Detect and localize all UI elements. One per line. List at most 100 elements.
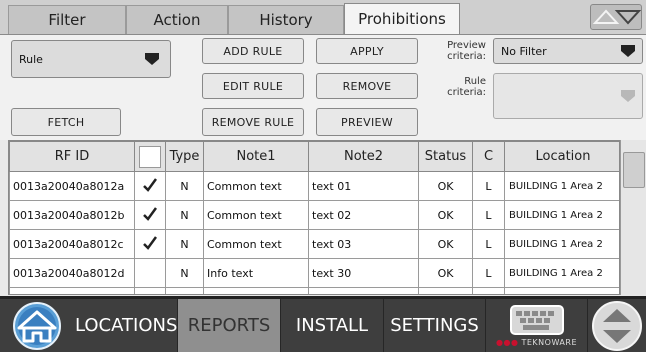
table-row[interactable]: 0013a20040a8012b N Common text text 02 OK L BU… bbox=[9, 200, 619, 230]
checkmark-icon bbox=[143, 206, 158, 221]
tab-history[interactable]: History bbox=[228, 5, 344, 34]
cell-type: N bbox=[165, 258, 204, 288]
row-checkbox[interactable] bbox=[134, 200, 166, 230]
checkmark-icon bbox=[143, 177, 158, 192]
fetch-label: FETCH bbox=[47, 115, 85, 129]
table-header: RF ID Type Note1 Note2 Status C Location bbox=[9, 141, 619, 172]
nav-install-button[interactable]: INSTALL bbox=[281, 299, 384, 352]
cell-type: N bbox=[165, 171, 204, 201]
add-rule-label: ADD RULE bbox=[223, 44, 283, 58]
rule-dropdown[interactable]: Rule bbox=[11, 40, 171, 78]
preview-criteria-value: No Filter bbox=[501, 44, 547, 58]
cell-rfid: 0013a20040a8012a bbox=[9, 171, 135, 201]
row-checkbox[interactable] bbox=[134, 171, 166, 201]
add-rule-button[interactable]: ADD RULE bbox=[202, 38, 304, 64]
cell-location: BUILDING 1 Area 2 bbox=[504, 258, 619, 288]
cell-note2: text 02 bbox=[308, 200, 419, 230]
remove-label: REMOVE bbox=[342, 79, 392, 93]
cell-note2: text 30 bbox=[308, 258, 419, 288]
cell-c: L bbox=[472, 200, 505, 230]
checkmark-icon bbox=[143, 235, 158, 250]
row-checkbox[interactable] bbox=[134, 258, 166, 288]
nav-locations-label: LOCATIONS bbox=[75, 315, 178, 336]
column-header-note1[interactable]: Note1 bbox=[203, 141, 309, 172]
cell-note1: Info text bbox=[203, 258, 309, 288]
nav-settings-button[interactable]: SETTINGS bbox=[384, 299, 486, 352]
cell-c: L bbox=[472, 229, 505, 259]
nav-install-label: INSTALL bbox=[295, 315, 369, 336]
cell-location: BUILDING 1 Area 2 bbox=[504, 171, 619, 201]
tab-filter[interactable]: Filter bbox=[8, 5, 126, 34]
cell-type bbox=[165, 287, 204, 294]
tab-action[interactable]: Action bbox=[126, 5, 228, 34]
column-header-location[interactable]: Location bbox=[504, 141, 619, 172]
tab-scroll-button[interactable] bbox=[590, 4, 642, 30]
chevron-down-icon bbox=[621, 45, 635, 57]
cell-c: L bbox=[472, 258, 505, 288]
table-row[interactable]: 0013a20040a8012d N Info text text 30 OK L BUIL… bbox=[9, 258, 619, 288]
fetch-button[interactable]: FETCH bbox=[11, 108, 121, 136]
table-row[interactable]: 0013a20040a8012c N Common text text 03 OK L BU… bbox=[9, 229, 619, 259]
row-checkbox[interactable] bbox=[134, 287, 166, 294]
up-down-icon bbox=[592, 9, 642, 25]
column-header-select[interactable] bbox=[134, 141, 166, 172]
nav-scroll-button[interactable] bbox=[588, 299, 646, 352]
cell-note1: Common text bbox=[203, 171, 309, 201]
apply-label: APPLY bbox=[350, 44, 384, 58]
tab-prohibitions[interactable]: Prohibitions bbox=[344, 3, 460, 34]
cell-note2: text 03 bbox=[308, 229, 419, 259]
cell-c bbox=[472, 287, 505, 294]
nav-settings-label: SETTINGS bbox=[390, 315, 479, 336]
remove-button[interactable]: REMOVE bbox=[316, 73, 418, 99]
cell-c: L bbox=[472, 171, 505, 201]
rule-criteria-dropdown[interactable] bbox=[493, 73, 643, 119]
column-header-c[interactable]: C bbox=[472, 141, 505, 172]
cell-rfid bbox=[9, 287, 135, 294]
rule-dropdown-value: Rule bbox=[19, 52, 43, 66]
nav-reports-button[interactable]: REPORTS bbox=[178, 299, 281, 352]
tab-label: Filter bbox=[48, 11, 86, 29]
cell-note2: text 01 bbox=[308, 171, 419, 201]
cell-location: BUILDING 1 Area 2 bbox=[504, 229, 619, 259]
keyboard-icon bbox=[509, 305, 564, 335]
remove-rule-button[interactable]: REMOVE RULE bbox=[202, 108, 304, 136]
row-checkbox[interactable] bbox=[134, 229, 166, 259]
cell-status: OK bbox=[418, 200, 473, 230]
column-header-note2[interactable]: Note2 bbox=[308, 141, 419, 172]
up-down-icon bbox=[592, 300, 642, 351]
preview-criteria-label: Preview criteria: bbox=[447, 40, 486, 62]
chevron-down-icon bbox=[145, 53, 159, 65]
cell-rfid: 0013a20040a8012c bbox=[9, 229, 135, 259]
cell-rfid: 0013a20040a8012d bbox=[9, 258, 135, 288]
apply-button[interactable]: APPLY bbox=[316, 38, 418, 64]
nav-reports-label: REPORTS bbox=[187, 315, 271, 336]
preview-button[interactable]: PREVIEW bbox=[316, 108, 418, 136]
cell-status: OK bbox=[418, 229, 473, 259]
brand-name: TEKNOWARE bbox=[521, 338, 578, 347]
column-header-type[interactable]: Type bbox=[165, 141, 204, 172]
edit-rule-button[interactable]: EDIT RULE bbox=[202, 73, 304, 99]
brand-mark: ●●● bbox=[495, 338, 519, 347]
column-header-rfid[interactable]: RF ID bbox=[9, 141, 135, 172]
tab-label: History bbox=[259, 11, 313, 29]
select-all-checkbox[interactable] bbox=[139, 145, 161, 168]
table-row[interactable]: 0013a20040a8012a N Common text text 01 OK L BU… bbox=[9, 171, 619, 201]
tab-label: Action bbox=[153, 11, 201, 29]
cell-status: OK bbox=[418, 258, 473, 288]
cell-location: BUILDING 1 Area 2 bbox=[504, 200, 619, 230]
cell-note1: Common text bbox=[203, 229, 309, 259]
column-header-status[interactable]: Status bbox=[418, 141, 473, 172]
table-row[interactable]: BUILDING 1 bbox=[9, 287, 619, 294]
prohibitions-table: RF ID Type Note1 Note2 Status C Location… bbox=[8, 140, 620, 295]
home-icon bbox=[13, 302, 61, 350]
cell-location: BUILDING 1 bbox=[504, 287, 619, 294]
cell-type: N bbox=[165, 229, 204, 259]
keyboard-button[interactable]: ●●● TEKNOWARE bbox=[486, 299, 588, 352]
preview-criteria-dropdown[interactable]: No Filter bbox=[493, 38, 643, 64]
scrollbar-thumb[interactable] bbox=[623, 152, 645, 188]
cell-note1: Common text bbox=[203, 200, 309, 230]
nav-locations-button[interactable]: LOCATIONS bbox=[0, 299, 178, 352]
preview-label: PREVIEW bbox=[341, 115, 393, 129]
cell-rfid: 0013a20040a8012b bbox=[9, 200, 135, 230]
tab-label: Prohibitions bbox=[358, 10, 446, 28]
